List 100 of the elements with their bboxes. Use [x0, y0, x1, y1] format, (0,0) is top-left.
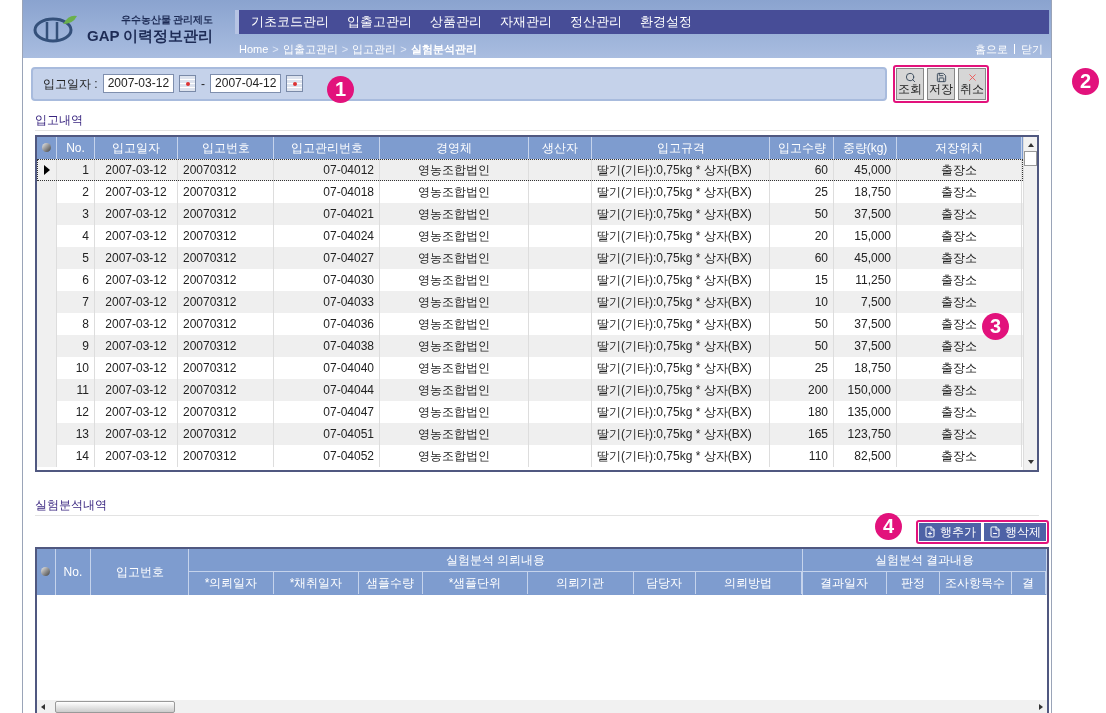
calendar-icon[interactable]: [286, 75, 304, 92]
table-cell: 20070312: [178, 378, 274, 401]
app-title: GAP 이력정보관리: [87, 27, 214, 46]
document-icon: [989, 525, 1001, 538]
menu-item[interactable]: 환경설정: [640, 12, 692, 32]
table-cell: 82,500: [834, 444, 897, 467]
table-cell: 50: [770, 202, 834, 225]
table-cell: 딸기(기타):0,75kg * 상자(BX): [592, 400, 770, 423]
breadcrumb-item[interactable]: Home: [239, 41, 269, 58]
table-cell: 2: [57, 180, 95, 203]
table-cell: 2007-03-12: [95, 400, 178, 423]
table-cell: 2007-03-12: [95, 422, 178, 445]
column-header[interactable]: 의뢰기관: [528, 571, 634, 594]
table-cell: 딸기(기타):0,75kg * 상자(BX): [592, 268, 770, 291]
column-header[interactable]: 조사항목수: [940, 571, 1012, 594]
table-cell: 딸기(기타):0,75kg * 상자(BX): [592, 378, 770, 401]
scroll-right-icon[interactable]: [1039, 704, 1043, 710]
cancel-icon: [966, 71, 978, 83]
column-header[interactable]: 입고규격: [592, 136, 770, 159]
column-header[interactable]: 생산자: [529, 136, 592, 159]
column-header[interactable]: 판정: [887, 571, 940, 594]
scroll-down-icon[interactable]: [1027, 459, 1034, 464]
scroll-thumb[interactable]: [55, 701, 175, 713]
horizontal-scrollbar[interactable]: [37, 699, 1047, 713]
header-link[interactable]: 닫기: [1021, 41, 1043, 58]
table-cell: 딸기(기타):0,75kg * 상자(BX): [592, 356, 770, 379]
scroll-up-icon[interactable]: [1027, 142, 1034, 147]
date-separator: -: [201, 75, 206, 93]
table-cell: 07-04052: [274, 444, 380, 467]
table-cell: 07-04012: [274, 158, 380, 181]
table-cell: 07-04027: [274, 246, 380, 269]
vertical-scrollbar[interactable]: [1023, 136, 1037, 470]
delete-row-button[interactable]: 행삭제: [984, 522, 1046, 541]
column-header[interactable]: 저장위치: [897, 136, 1022, 159]
header-link[interactable]: 홈으로: [975, 41, 1008, 58]
column-header[interactable]: 담당자: [634, 571, 696, 594]
table-row[interactable]: 6 2007-03-12 20070312 07-04030 영농조합법인 딸기(기타):0,75kg * 상자(BX) 15 11,250 출장소: [37, 268, 1023, 291]
table-row[interactable]: 9 2007-03-12 20070312 07-04038 영농조합법인 딸기(기타):0,75kg * 상자(BX) 50 37,500 출장소: [37, 334, 1023, 357]
column-header[interactable]: 입고번호: [178, 136, 274, 159]
table-cell: 20070312: [178, 334, 274, 357]
breadcrumb-item[interactable]: 입고관리: [352, 41, 397, 58]
table-row[interactable]: 12 2007-03-12 20070312 07-04047 영농조합법인 딸기(기타):0,75kg * 상자(BX) 180 135,000 출장소: [37, 400, 1023, 423]
column-header[interactable]: 입고수량: [770, 136, 834, 159]
table-cell: 출장소: [897, 290, 1022, 313]
column-header[interactable]: 입고번호: [91, 548, 189, 595]
table-row[interactable]: 3 2007-03-12 20070312 07-04021 영농조합법인 딸기(기타):0,75kg * 상자(BX) 50 37,500 출장소: [37, 202, 1023, 225]
column-header[interactable]: 중량(kg): [834, 136, 897, 159]
table-cell: 2007-03-12: [95, 356, 178, 379]
menu-item[interactable]: 입출고관리: [347, 12, 412, 32]
scroll-thumb[interactable]: [1024, 150, 1037, 166]
column-header[interactable]: 샘플수량: [359, 571, 423, 594]
table-row[interactable]: 7 2007-03-12 20070312 07-04033 영농조합법인 딸기(기타):0,75kg * 상자(BX) 10 7,500 출장소: [37, 290, 1023, 313]
column-header[interactable]: *채취일자: [274, 571, 359, 594]
table-cell: 20070312: [178, 202, 274, 225]
table-cell: 7,500: [834, 290, 897, 313]
table-cell: 출장소: [897, 180, 1022, 203]
column-header[interactable]: 입고관리번호: [274, 136, 380, 159]
table-cell: 200: [770, 378, 834, 401]
table-cell: 2007-03-12: [95, 444, 178, 467]
table-cell: 9: [57, 334, 95, 357]
table-cell: 20070312: [178, 158, 274, 181]
menu-item[interactable]: 정산관리: [570, 12, 622, 32]
calendar-icon[interactable]: [179, 75, 197, 92]
table-row[interactable]: 5 2007-03-12 20070312 07-04027 영농조합법인 딸기(기타):0,75kg * 상자(BX) 60 45,000 출장소: [37, 246, 1023, 269]
table-row[interactable]: 14 2007-03-12 20070312 07-04052 영농조합법인 딸기(기타):0,75kg * 상자(BX) 110 82,500 출장소: [37, 444, 1023, 467]
table-cell: 영농조합법인: [380, 312, 529, 335]
table-cell: 영농조합법인: [380, 202, 529, 225]
table-row[interactable]: 4 2007-03-12 20070312 07-04024 영농조합법인 딸기(기타):0,75kg * 상자(BX) 20 15,000 출장소: [37, 224, 1023, 247]
table-cell: 14: [57, 444, 95, 467]
add-row-button[interactable]: 행추가: [919, 522, 981, 541]
column-header[interactable]: 입고일자: [95, 136, 178, 159]
table-cell: 출장소: [897, 378, 1022, 401]
table-cell: 딸기(기타):0,75kg * 상자(BX): [592, 312, 770, 335]
column-header[interactable]: 의뢰방법: [696, 571, 802, 594]
column-header[interactable]: 결: [1012, 571, 1046, 594]
date-field[interactable]: 2007-03-12: [102, 74, 175, 93]
column-header[interactable]: No.: [55, 548, 92, 595]
scroll-left-icon[interactable]: [41, 704, 45, 710]
table-row[interactable]: 11 2007-03-12 20070312 07-04044 영농조합법인 딸기(기타):0,75kg * 상자(BX) 200 150,000 출장소: [37, 378, 1023, 401]
column-header[interactable]: No.: [57, 136, 95, 159]
breadcrumb-item[interactable]: 입출고관리: [282, 41, 338, 58]
menu-item[interactable]: 기초코드관리: [251, 12, 329, 32]
cancel-button[interactable]: 취소: [958, 67, 986, 100]
table-cell: 20070312: [178, 180, 274, 203]
table-row[interactable]: 10 2007-03-12 20070312 07-04040 영농조합법인 딸기(기타):0,75kg * 상자(BX) 25 18,750 출장소: [37, 356, 1023, 379]
column-header[interactable]: 결과일자: [803, 571, 887, 594]
column-header[interactable]: *의뢰일자: [189, 571, 274, 594]
table-row[interactable]: 1 2007-03-12 20070312 07-04012 영농조합법인 딸기(기타):0,75kg * 상자(BX) 60 45,000 출장소: [37, 158, 1023, 181]
date-field[interactable]: 2007-04-12: [210, 74, 282, 93]
table-row[interactable]: 2 2007-03-12 20070312 07-04018 영농조합법인 딸기(기타):0,75kg * 상자(BX) 25 18,750 출장소: [37, 180, 1023, 203]
search-button[interactable]: 조회: [896, 67, 924, 100]
table-row[interactable]: 13 2007-03-12 20070312 07-04051 영농조합법인 딸기(기타):0,75kg * 상자(BX) 165 123,750 출장소: [37, 422, 1023, 445]
column-header[interactable]: *샘플단위: [423, 571, 528, 594]
document-icon: [924, 525, 936, 538]
menu-item[interactable]: 상품관리: [430, 12, 482, 32]
save-button[interactable]: 저장: [927, 67, 955, 100]
table-cell: 20070312: [178, 422, 274, 445]
menu-item[interactable]: 자재관리: [500, 12, 552, 32]
column-header[interactable]: 경영체: [380, 136, 529, 159]
table-cell: 20070312: [178, 268, 274, 291]
